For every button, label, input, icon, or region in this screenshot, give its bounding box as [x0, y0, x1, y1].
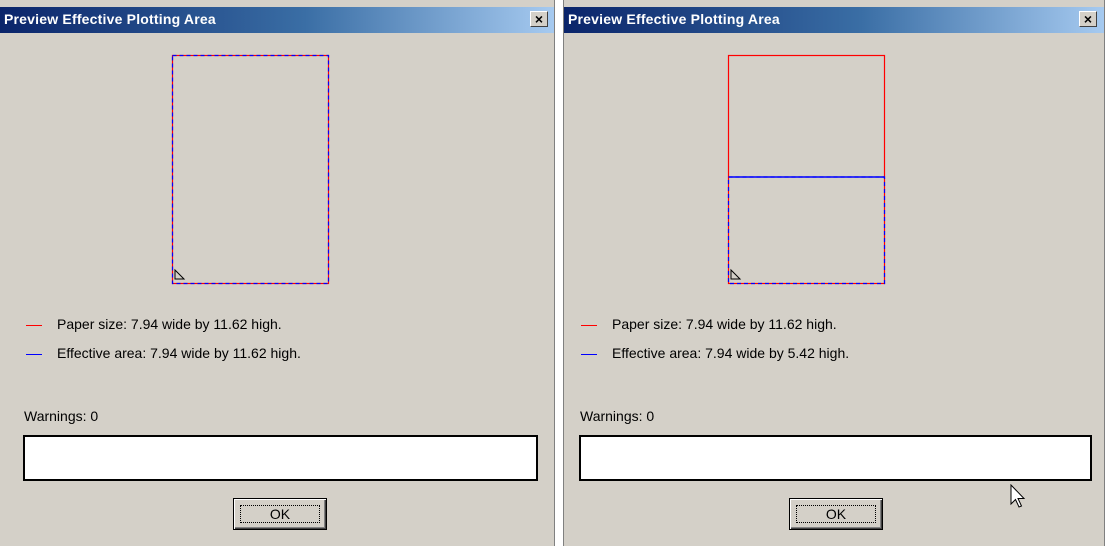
- mouse-pointer-icon: [1010, 484, 1026, 508]
- paper-size-text: Paper size: 7.94 wide by 11.62 high.: [612, 316, 837, 332]
- preview-dialog-left: Preview Effective Plotting Area × Paper …: [0, 0, 555, 546]
- effective-area-text: Effective area: 7.94 wide by 5.42 high.: [612, 345, 850, 361]
- close-button[interactable]: ×: [530, 11, 548, 27]
- effective-legend-line: [581, 354, 597, 355]
- effective-rect: [171, 54, 330, 285]
- paper-legend-line: [581, 325, 597, 326]
- warnings-label: Warnings: 0: [580, 408, 655, 424]
- dialog-title: Preview Effective Plotting Area: [568, 11, 780, 27]
- paper-size-text: Paper size: 7.94 wide by 11.62 high.: [57, 316, 282, 332]
- title-bar[interactable]: Preview Effective Plotting Area ×: [0, 7, 554, 33]
- effective-rect: [727, 176, 886, 285]
- effective-area-text: Effective area: 7.94 wide by 11.62 high.: [57, 345, 301, 361]
- plotting-area-preview: [727, 54, 886, 285]
- ok-button[interactable]: OK: [789, 498, 883, 530]
- title-bar[interactable]: Preview Effective Plotting Area ×: [564, 7, 1104, 33]
- warnings-box[interactable]: [579, 435, 1092, 481]
- close-icon: ×: [1083, 11, 1093, 27]
- effective-legend-line: [26, 354, 42, 355]
- warnings-box[interactable]: [23, 435, 538, 481]
- paper-legend-line: [26, 325, 42, 326]
- paper-rect: [171, 54, 330, 285]
- preview-dialog-right: Preview Effective Plotting Area × Paper …: [563, 0, 1105, 546]
- ok-button[interactable]: OK: [233, 498, 327, 530]
- ok-label: OK: [825, 506, 847, 522]
- ok-label: OK: [269, 506, 291, 522]
- paper-rect: [727, 54, 886, 285]
- origin-corner-icon: [174, 268, 186, 280]
- close-icon: ×: [534, 11, 544, 27]
- origin-corner-icon: [730, 268, 742, 280]
- plotting-area-preview: [171, 54, 330, 285]
- close-button[interactable]: ×: [1079, 11, 1097, 27]
- warnings-label: Warnings: 0: [24, 408, 99, 424]
- dialog-title: Preview Effective Plotting Area: [4, 11, 216, 27]
